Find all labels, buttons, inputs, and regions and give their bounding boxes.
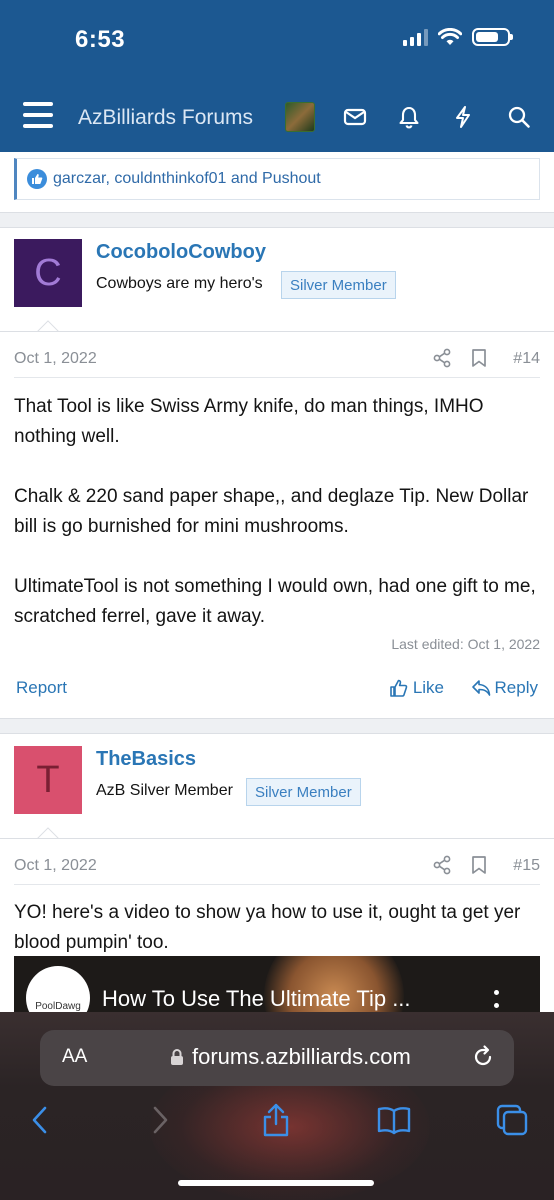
post-paragraph: That Tool is like Swiss Army knife, do m… <box>14 396 484 447</box>
forward-icon[interactable] <box>140 1100 180 1140</box>
text-size-button[interactable]: AA <box>62 1046 87 1068</box>
address-bar[interactable]: AA forums.azbilliards.com <box>40 1030 514 1086</box>
cellular-signal-icon <box>403 28 428 46</box>
header-divider <box>0 838 554 839</box>
user-title: AzB Silver Member <box>96 782 233 799</box>
post-body: That Tool is like Swiss Army knife, do m… <box>14 392 544 632</box>
status-badge: Silver Member <box>281 271 396 299</box>
post-user-header: T TheBasics AzB Silver Member Silver Mem… <box>0 746 554 846</box>
url-text: forums.azbilliards.com <box>192 1044 411 1069</box>
post-actions: Report Like Reply <box>14 674 540 704</box>
post-user-header: C CocoboloCowboy Cowboys are my hero's S… <box>0 239 554 339</box>
reply-button[interactable]: Reply <box>471 678 538 698</box>
post-number[interactable]: #15 <box>513 857 540 875</box>
tabs-icon[interactable] <box>492 1100 532 1140</box>
username[interactable]: TheBasics <box>96 748 196 771</box>
like-button[interactable]: Like <box>389 678 444 698</box>
channel-logo-text: PoolDawg <box>35 1001 81 1012</box>
user-title: Cowboys are my hero's <box>96 275 263 292</box>
thumbs-up-icon <box>390 679 408 697</box>
post-separator <box>0 212 554 228</box>
reply-icon <box>471 680 490 696</box>
header-divider <box>0 331 554 332</box>
status-icons <box>403 28 513 46</box>
browser-toolbar: AA forums.azbilliards.com <box>0 1012 554 1200</box>
avatar[interactable]: C <box>14 239 82 307</box>
reload-icon[interactable] <box>470 1044 496 1070</box>
post-body: YO! here's a video to show ya how to use… <box>14 898 544 958</box>
reply-label: Reply <box>494 678 538 697</box>
reactions-names[interactable]: garczar, couldnthinkof01 and Pushout <box>53 170 321 188</box>
bookmark-icon[interactable] <box>470 348 488 368</box>
post-separator <box>0 718 554 734</box>
post-date[interactable]: Oct 1, 2022 <box>14 857 97 875</box>
avatar[interactable]: T <box>14 746 82 814</box>
search-icon[interactable] <box>504 102 534 132</box>
post-paragraph: Chalk & 220 sand paper shape,, and degla… <box>14 486 529 537</box>
share-icon[interactable] <box>256 1100 296 1140</box>
mail-icon[interactable] <box>340 102 370 132</box>
user-avatar[interactable] <box>285 102 315 132</box>
last-edited: Last edited: Oct 1, 2022 <box>391 636 540 652</box>
video-title[interactable]: How To Use The Ultimate Tip ... <box>102 986 411 1012</box>
like-label: Like <box>412 678 444 697</box>
reactions-bar[interactable]: garczar, couldnthinkof01 and Pushout <box>14 158 540 200</box>
post-paragraph: UltimateTool is not something I would ow… <box>14 576 536 627</box>
status-badge: Silver Member <box>246 778 361 806</box>
url-display[interactable]: forums.azbilliards.com <box>170 1044 411 1070</box>
post-meta: Oct 1, 2022 #15 <box>14 851 540 885</box>
bookmarks-icon[interactable] <box>374 1100 414 1140</box>
share-icon[interactable] <box>432 855 452 875</box>
share-icon[interactable] <box>432 348 452 368</box>
nav-bar: AzBilliards Forums <box>0 92 554 144</box>
menu-icon[interactable] <box>23 102 53 128</box>
post-date[interactable]: Oct 1, 2022 <box>14 350 97 368</box>
battery-icon <box>472 28 513 46</box>
lock-icon <box>171 1049 183 1065</box>
like-reaction-icon <box>27 169 47 189</box>
bookmark-icon[interactable] <box>470 855 488 875</box>
post-paragraph: YO! here's a video to show ya how to use… <box>14 902 521 953</box>
status-time: 6:53 <box>75 26 126 53</box>
wifi-icon <box>438 28 462 45</box>
app-header: 6:53 AzBilliards Forums <box>0 0 554 152</box>
username[interactable]: CocoboloCowboy <box>96 241 266 264</box>
home-indicator[interactable] <box>178 1180 374 1186</box>
post-number[interactable]: #14 <box>513 350 540 368</box>
site-title[interactable]: AzBilliards Forums <box>78 106 253 130</box>
post-meta: Oct 1, 2022 #14 <box>14 344 540 378</box>
bolt-icon[interactable] <box>448 102 478 132</box>
back-icon[interactable] <box>20 1100 60 1140</box>
report-button[interactable]: Report <box>16 678 67 698</box>
bell-icon[interactable] <box>394 102 424 132</box>
